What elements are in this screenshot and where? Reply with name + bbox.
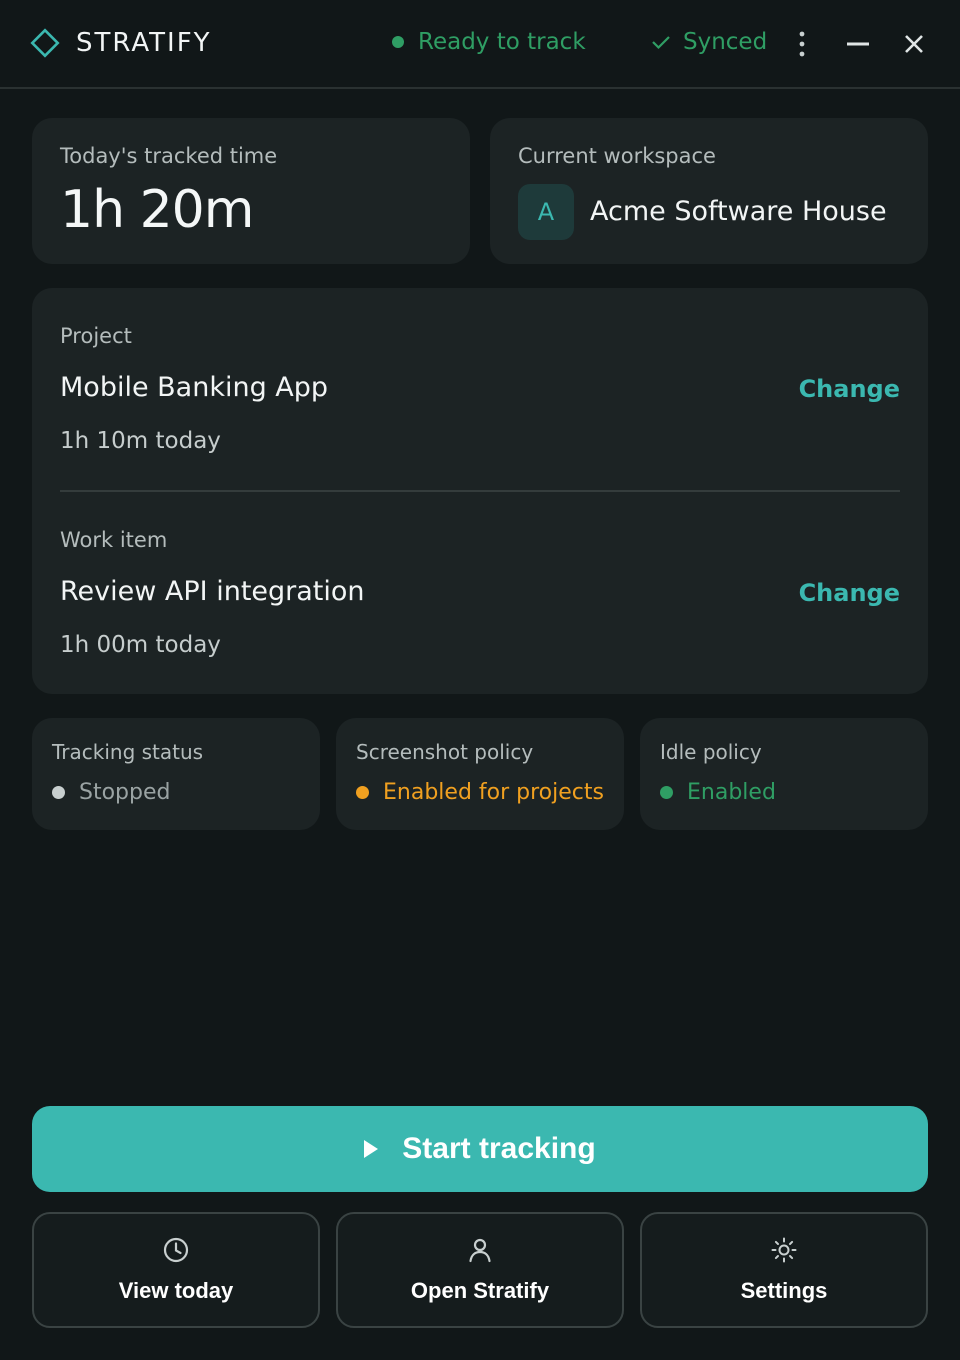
- screenshot-policy-label: Screenshot policy: [356, 740, 534, 764]
- work-item-time: 1h 00m today: [60, 632, 221, 658]
- tracked-time-label: Today's tracked time: [60, 144, 278, 168]
- screenshot-policy-text: Enabled for projects: [383, 780, 604, 805]
- project-card: Project Mobile Banking App 1h 10m today …: [32, 288, 928, 694]
- ready-status: Ready to track: [392, 29, 586, 55]
- status-dot-icon: [356, 786, 369, 799]
- workspace-avatar: A: [518, 184, 574, 240]
- status-dot-icon: [52, 786, 65, 799]
- minimize-icon: [847, 42, 869, 46]
- start-tracking-label: Start tracking: [402, 1132, 596, 1165]
- minimize-button[interactable]: [842, 28, 874, 60]
- project-time: 1h 10m today: [60, 428, 221, 454]
- close-icon: [905, 35, 923, 53]
- idle-policy-card: Idle policy Enabled: [640, 718, 928, 830]
- settings-label: Settings: [740, 1278, 828, 1303]
- user-icon: [469, 1238, 491, 1263]
- workspace-card[interactable]: Current workspace A Acme Software House: [490, 118, 928, 264]
- sync-status: Synced: [651, 29, 767, 55]
- start-tracking-button[interactable]: Start tracking: [32, 1106, 928, 1192]
- view-today-label: View today: [118, 1278, 234, 1303]
- ready-status-text: Ready to track: [418, 29, 586, 55]
- close-button[interactable]: [898, 28, 930, 60]
- work-item-label: Work item: [60, 528, 168, 552]
- tracked-time-card: Today's tracked time 1h 20m: [32, 118, 470, 264]
- tracking-status-label: Tracking status: [52, 740, 204, 764]
- clock-icon: [163, 1237, 189, 1263]
- view-today-button[interactable]: View today: [32, 1212, 320, 1328]
- open-stratify-label: Open Stratify: [410, 1278, 550, 1303]
- workspace-label: Current workspace: [518, 144, 716, 168]
- tracked-time-value: 1h 20m: [60, 180, 254, 240]
- play-icon: [364, 1140, 379, 1158]
- work-item-name: Review API integration: [60, 576, 365, 607]
- check-icon: [652, 36, 670, 50]
- screenshot-policy-card: Screenshot policy Enabled for projects: [336, 718, 624, 830]
- idle-policy-value: Enabled: [660, 780, 776, 805]
- open-stratify-button[interactable]: Open Stratify: [336, 1212, 624, 1328]
- kebab-menu-icon: [799, 31, 805, 57]
- tracking-status-value: Stopped: [52, 780, 170, 805]
- settings-button[interactable]: Settings: [640, 1212, 928, 1328]
- diamond-logo-icon: [30, 28, 60, 58]
- status-dot-icon: [392, 36, 404, 48]
- idle-policy-label: Idle policy: [660, 740, 762, 764]
- idle-policy-text: Enabled: [687, 780, 776, 805]
- sync-status-text: Synced: [683, 29, 768, 55]
- change-project-button[interactable]: Change: [799, 375, 900, 403]
- screenshot-policy-value: Enabled for projects: [356, 780, 604, 805]
- change-work-item-button[interactable]: Change: [799, 579, 900, 607]
- status-dot-icon: [660, 786, 673, 799]
- app-name: STRATIFY: [76, 28, 212, 58]
- more-menu-button[interactable]: [786, 28, 818, 60]
- workspace-name: Acme Software House: [590, 196, 887, 227]
- tracking-status-text: Stopped: [79, 780, 171, 805]
- title-bar: STRATIFY Ready to track Synced: [0, 0, 960, 89]
- project-name: Mobile Banking App: [60, 372, 329, 403]
- project-label: Project: [60, 324, 132, 348]
- divider: [60, 490, 900, 492]
- sun-gear-icon: [771, 1237, 797, 1263]
- tracking-status-card: Tracking status Stopped: [32, 718, 320, 830]
